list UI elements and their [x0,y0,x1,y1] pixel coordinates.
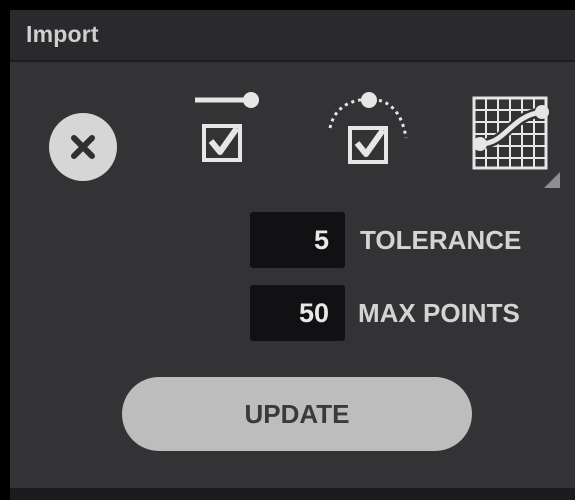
endpoint-check-button[interactable] [190,88,265,173]
tolerance-field[interactable]: 5 [250,212,345,268]
max-points-label: MAX POINTS [358,298,520,328]
arc-check-button[interactable] [320,88,410,173]
tolerance-label: TOLERANCE [360,225,522,255]
arc-checkbox-icon [328,92,408,164]
import-panel: Import 5 TOLERANCE 50 MAX POINTS UPDATE [10,10,575,488]
line-endpoint-checkbox-icon [195,92,259,162]
update-button[interactable]: UPDATE [122,377,472,451]
curve-grid-icon [472,96,560,188]
panel-header: Import [10,10,575,62]
panel-title: Import [26,21,99,47]
curve-grid-button[interactable] [466,92,562,188]
cancel-button[interactable] [48,112,118,182]
close-icon [49,113,117,181]
max-points-field[interactable]: 50 [250,285,345,341]
bottom-bar [10,488,575,500]
